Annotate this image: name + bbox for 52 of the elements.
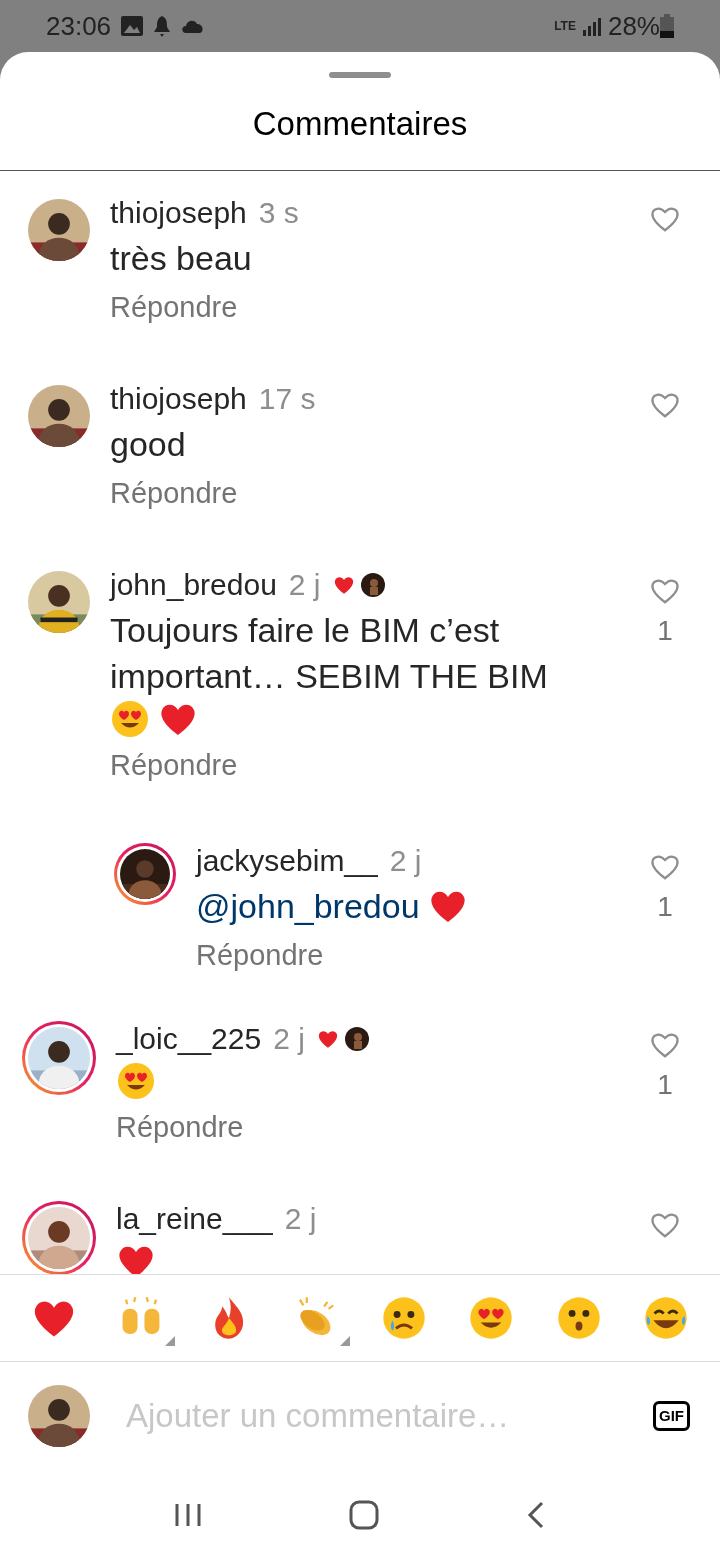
comment-text: Toujours faire le BIM c’est important… SEBIM THE BIM bbox=[110, 610, 549, 698]
comment-input[interactable]: Ajouter un commentaire… bbox=[126, 1391, 653, 1441]
comment-time: 2 j bbox=[273, 1021, 305, 1058]
like-count: 1 bbox=[657, 890, 673, 925]
comment-time: 2 j bbox=[389, 843, 422, 880]
like-heart-icon[interactable] bbox=[650, 1211, 680, 1240]
image-icon bbox=[121, 16, 144, 36]
recent-apps-icon[interactable] bbox=[173, 1502, 202, 1528]
comment-text: good bbox=[110, 424, 186, 466]
username[interactable]: la_reine___ bbox=[116, 1201, 273, 1238]
bell-icon bbox=[153, 15, 172, 37]
home-icon[interactable] bbox=[349, 1500, 379, 1530]
username[interactable]: thiojoseph bbox=[110, 381, 247, 418]
like-count: 1 bbox=[657, 614, 673, 649]
status-time: 23:06 bbox=[46, 9, 112, 43]
like-count: 1 bbox=[657, 1068, 673, 1103]
reply-button[interactable]: Répondre bbox=[116, 1109, 244, 1146]
joy-emoji-icon bbox=[643, 1295, 690, 1341]
reply-button[interactable]: Répondre bbox=[110, 747, 238, 784]
comment-time: 17 s bbox=[258, 381, 316, 418]
reply-button[interactable]: Répondre bbox=[196, 937, 324, 974]
heart-eyes-emoji-icon bbox=[468, 1295, 515, 1341]
mention-link[interactable]: @john_bredou bbox=[196, 883, 420, 930]
battery-percent: 28% bbox=[607, 9, 660, 43]
username[interactable]: thiojoseph bbox=[110, 195, 247, 232]
drag-handle[interactable] bbox=[329, 72, 391, 78]
cloud-icon bbox=[181, 18, 206, 34]
hushed-emoji-icon bbox=[555, 1295, 602, 1341]
sheet-title: Commentaires bbox=[252, 104, 468, 145]
like-heart-icon[interactable] bbox=[650, 391, 680, 420]
username[interactable]: _loic__225 bbox=[116, 1021, 262, 1058]
comment-time: 2 j bbox=[284, 1201, 317, 1238]
username[interactable]: john_bredou bbox=[110, 567, 277, 604]
like-heart-icon[interactable] bbox=[650, 1031, 680, 1060]
battery-icon bbox=[660, 14, 674, 38]
network-type: LTE bbox=[554, 20, 576, 32]
username[interactable]: jackysebim__ bbox=[196, 843, 378, 880]
like-heart-icon[interactable] bbox=[650, 853, 680, 882]
heart-eyes-emoji-icon bbox=[110, 699, 150, 740]
reply-button[interactable]: Répondre bbox=[110, 475, 238, 512]
comment-time: 3 s bbox=[258, 195, 299, 232]
comment-time: 2 j bbox=[288, 567, 321, 604]
like-heart-icon[interactable] bbox=[650, 205, 680, 234]
like-heart-icon[interactable] bbox=[650, 577, 680, 606]
signal-icon bbox=[581, 16, 602, 36]
comment-text: très beau bbox=[110, 238, 252, 280]
heart-eyes-emoji-icon bbox=[116, 1061, 156, 1102]
reply-button[interactable]: Répondre bbox=[110, 289, 238, 326]
author-avatar-icon bbox=[360, 573, 385, 598]
crying-emoji-icon bbox=[380, 1295, 427, 1341]
author-avatar-icon bbox=[344, 1027, 369, 1052]
gif-button[interactable]: GIF bbox=[653, 1401, 690, 1431]
